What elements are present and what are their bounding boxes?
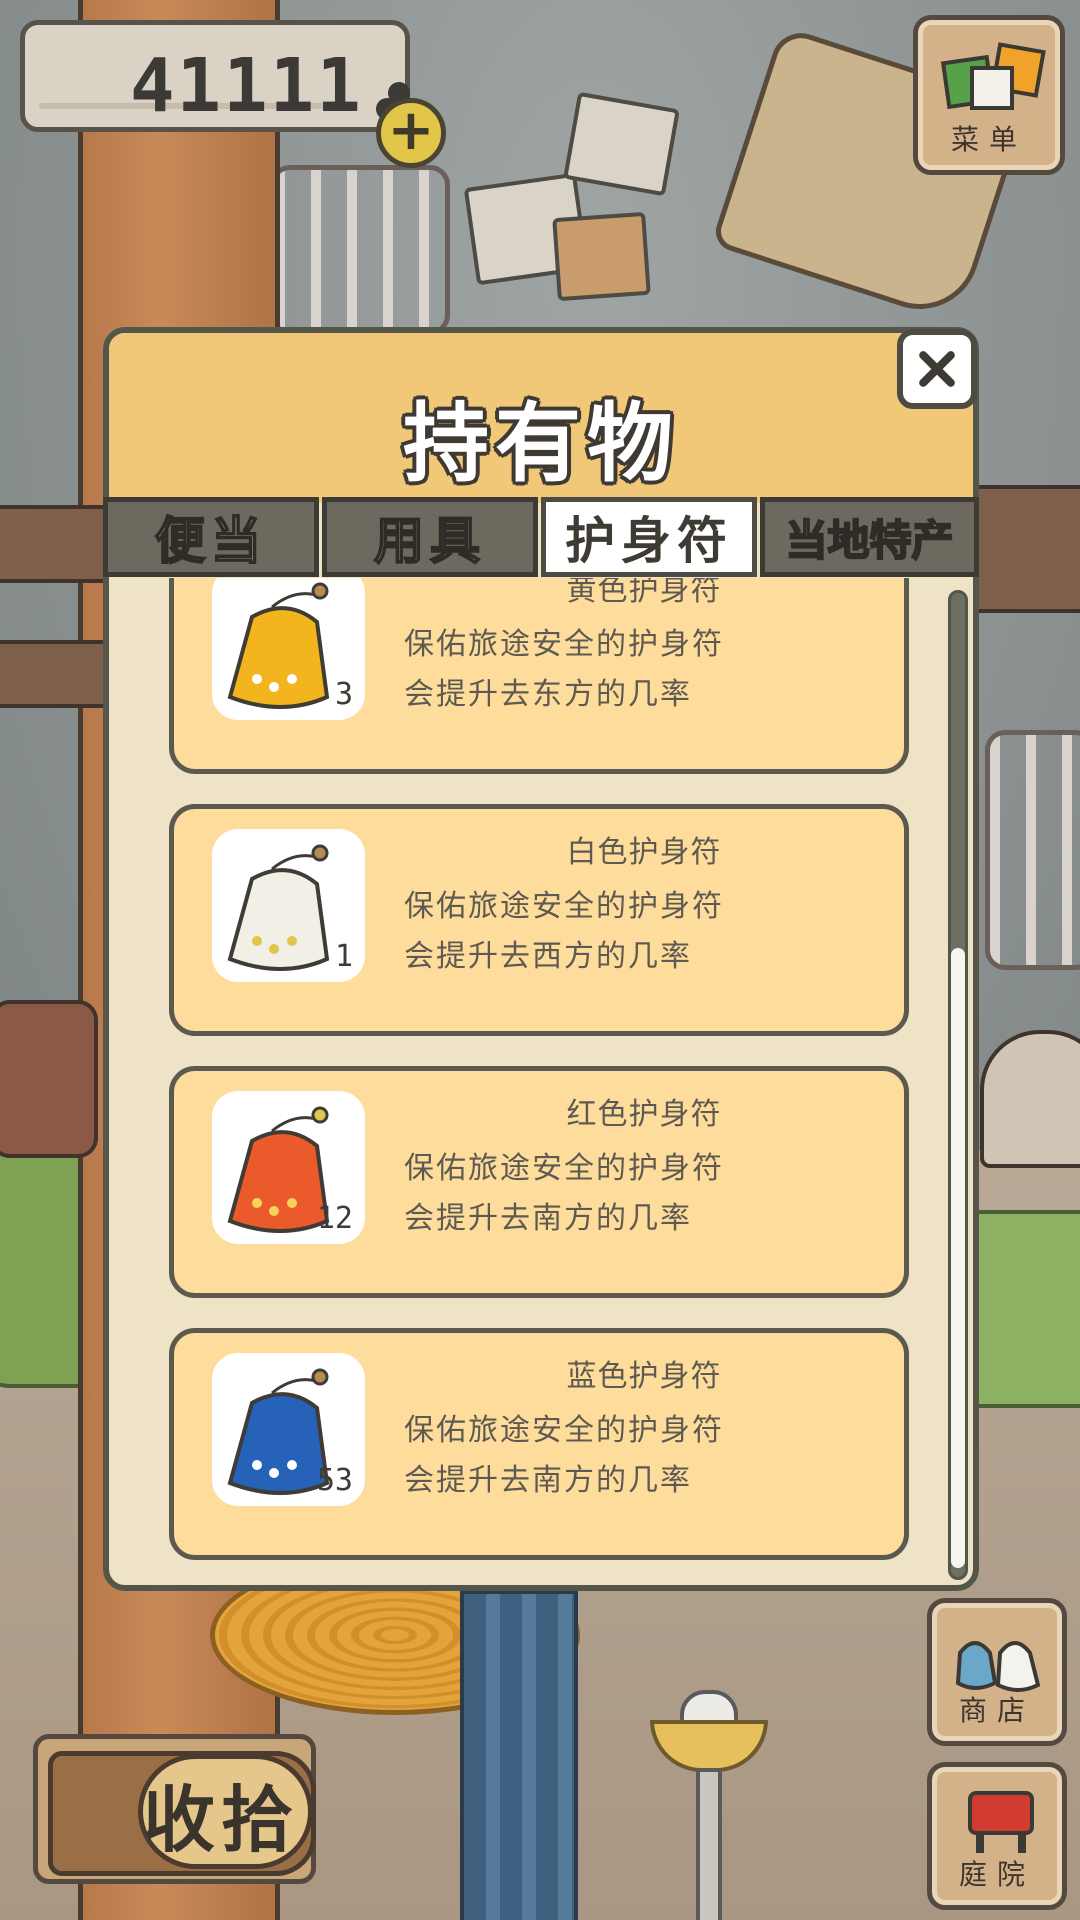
shop-button[interactable]: 商店 — [927, 1598, 1067, 1746]
close-icon — [919, 351, 955, 387]
clover-counter: 41111 — [20, 20, 422, 132]
stove — [980, 1030, 1080, 1168]
window-right — [985, 730, 1080, 970]
item-desc-line2: 会提升去东方的几率 — [404, 677, 692, 712]
shop-label: 商店 — [958, 1694, 1035, 1727]
add-clover-button[interactable]: + — [376, 98, 446, 168]
item-count: 1 — [334, 939, 353, 974]
charm-bags-icon — [955, 1641, 1041, 1692]
note-paper — [552, 211, 651, 302]
close-button[interactable] — [897, 329, 977, 409]
mailbox-icon — [968, 1791, 1034, 1853]
tab-tools[interactable]: 用具 — [322, 497, 538, 577]
item-thumbnail: 53 — [212, 1353, 365, 1506]
tab-local-specialties[interactable]: 当地特产 — [760, 497, 979, 577]
item-count: 12 — [316, 1201, 353, 1236]
item-name: 红色护身符 — [566, 1097, 722, 1132]
item-count: 53 — [316, 1463, 353, 1498]
item-list[interactable]: 3 黄色护身符 保佑旅途安全的护身符 会提升去东方的几率 1 白色护身符 保佑旅… — [109, 578, 973, 1585]
item-thumbnail: 12 — [212, 1091, 365, 1244]
tab-bento[interactable]: 便当 — [103, 497, 319, 577]
item-name: 黄色护身符 — [566, 578, 722, 608]
clover-count: 41111 — [130, 43, 363, 129]
item-desc-line2: 会提升去南方的几率 — [404, 1463, 692, 1498]
item-desc-line1: 保佑旅途安全的护身符 — [404, 627, 724, 662]
lamp-pole — [696, 1768, 722, 1920]
collect-button[interactable]: 收拾 — [33, 1734, 316, 1884]
scrollbar-thumb[interactable] — [951, 948, 965, 1568]
panel-title: 持有物 — [403, 394, 679, 494]
garden-label: 庭院 — [958, 1858, 1035, 1891]
jar — [0, 1000, 98, 1158]
tab-label: 用具 — [373, 511, 486, 571]
item-count: 3 — [334, 677, 353, 712]
item-desc-line1: 保佑旅途安全的护身符 — [404, 889, 724, 924]
lamp — [650, 1690, 768, 1920]
curtain — [460, 1590, 578, 1920]
item-desc-line1: 保佑旅途安全的护身符 — [404, 1151, 724, 1186]
item-card-red-charm[interactable]: 12 红色护身符 保佑旅途安全的护身符 会提升去南方的几率 — [169, 1066, 909, 1298]
item-card-white-charm[interactable]: 1 白色护身符 保佑旅途安全的护身符 会提升去西方的几率 — [169, 804, 909, 1036]
item-desc-line1: 保佑旅途安全的护身符 — [404, 1413, 724, 1448]
tab-charms[interactable]: 护身符 — [541, 497, 757, 577]
item-name: 白色护身符 — [566, 835, 722, 870]
window-left — [270, 165, 450, 335]
item-thumbnail: 3 — [212, 578, 365, 720]
garden-button[interactable]: 庭院 — [927, 1762, 1067, 1910]
lamp-bowl — [650, 1720, 768, 1772]
menu-button[interactable]: 菜单 — [913, 15, 1065, 175]
item-card-blue-charm[interactable]: 53 蓝色护身符 保佑旅途安全的护身符 会提升去南方的几率 — [169, 1328, 909, 1560]
item-name: 蓝色护身符 — [566, 1359, 722, 1394]
tab-label: 护身符 — [565, 512, 733, 570]
collect-label: 收拾 — [143, 1778, 300, 1862]
tab-label: 当地特产 — [784, 515, 954, 566]
category-tabs: 便当 用具 护身符 当地特产 — [103, 497, 979, 577]
plus-icon: + — [387, 98, 435, 163]
item-thumbnail: 1 — [212, 829, 365, 982]
menu-cards-icon — [940, 42, 1046, 110]
tab-label: 便当 — [154, 511, 267, 571]
item-desc-line2: 会提升去西方的几率 — [404, 939, 692, 974]
item-desc-line2: 会提升去南方的几率 — [404, 1201, 692, 1236]
menu-label: 菜单 — [950, 123, 1027, 156]
note-paper — [563, 91, 680, 197]
item-card-yellow-charm[interactable]: 3 黄色护身符 保佑旅途安全的护身符 会提升去东方的几率 — [169, 578, 909, 774]
panel-header: 持有物 — [109, 333, 973, 503]
